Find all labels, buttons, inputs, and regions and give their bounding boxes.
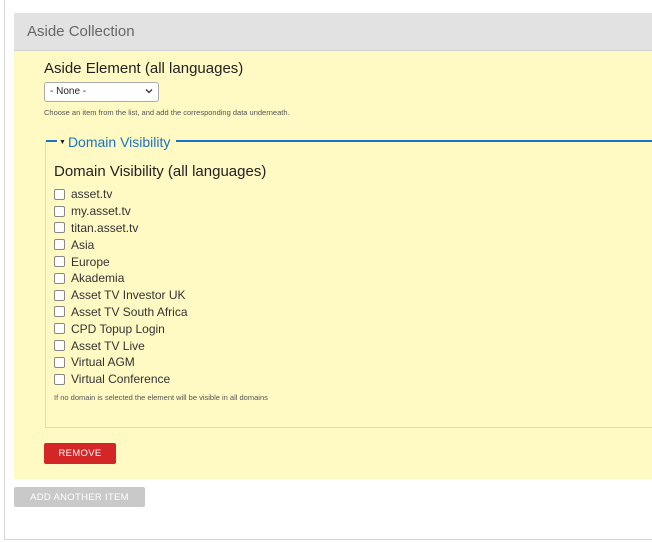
- domain-option-label[interactable]: Asset TV South Africa: [71, 305, 188, 319]
- domain-option-label[interactable]: Asset TV Live: [71, 339, 145, 353]
- domain-option-label[interactable]: asset.tv: [71, 187, 112, 201]
- aside-element-help: Choose an item from the list, and add th…: [44, 108, 290, 117]
- domain-option: Virtual AGM: [54, 354, 188, 371]
- domain-option: Europe: [54, 253, 188, 270]
- collection-item-panel: Aside Element (all languages) - None - C…: [14, 51, 652, 479]
- domain-option-label[interactable]: CPD Topup Login: [71, 322, 165, 336]
- domain-option: asset.tv: [54, 186, 188, 203]
- domain-option: Asset TV Investor UK: [54, 287, 188, 304]
- add-another-item-button[interactable]: ADD ANOTHER ITEM: [14, 487, 145, 507]
- domain-option: Asset TV South Africa: [54, 304, 188, 321]
- aside-element-select[interactable]: - None -: [44, 82, 159, 102]
- collection-title: Aside Collection: [27, 23, 135, 40]
- domain-checkbox[interactable]: [54, 356, 65, 368]
- domain-checkbox[interactable]: [54, 373, 65, 385]
- domain-checkbox[interactable]: [54, 222, 65, 234]
- domain-checkbox[interactable]: [54, 306, 65, 318]
- domain-checkbox[interactable]: [54, 289, 65, 301]
- domain-checkbox[interactable]: [54, 340, 65, 352]
- domain-checkbox[interactable]: [54, 205, 65, 217]
- domain-visibility-note: If no domain is selected the element wil…: [54, 393, 268, 402]
- caret-down-icon: ▼: [59, 139, 66, 147]
- domain-visibility-title: Domain Visibility (all languages): [54, 163, 267, 180]
- domain-option: Asset TV Live: [54, 337, 188, 354]
- aside-element-label: Aside Element (all languages): [44, 60, 244, 77]
- domain-option: titan.asset.tv: [54, 220, 188, 237]
- domain-checkbox[interactable]: [54, 239, 65, 251]
- domain-checkbox[interactable]: [54, 188, 65, 200]
- domain-visibility-toggle[interactable]: ▼ Domain Visibility: [57, 133, 177, 151]
- chevron-down-icon: [145, 89, 153, 94]
- domain-option-label[interactable]: Akademia: [71, 271, 124, 285]
- remove-button[interactable]: REMOVE: [44, 443, 116, 464]
- domain-option: CPD Topup Login: [54, 320, 188, 337]
- domain-option-label[interactable]: my.asset.tv: [71, 204, 131, 218]
- domain-checkbox[interactable]: [54, 256, 65, 268]
- domain-checkbox[interactable]: [54, 323, 65, 335]
- domain-option-label[interactable]: Virtual Conference: [71, 372, 170, 386]
- domain-option-label[interactable]: Asia: [71, 238, 94, 252]
- domain-option: Virtual Conference: [54, 371, 188, 388]
- domain-option-label[interactable]: Virtual AGM: [71, 355, 135, 369]
- domain-option-label[interactable]: Europe: [71, 255, 110, 269]
- collection-header: Aside Collection: [14, 13, 652, 51]
- domain-option: Akademia: [54, 270, 188, 287]
- aside-element-select-value: - None -: [50, 86, 87, 97]
- domain-checkbox[interactable]: [54, 272, 65, 284]
- domain-checkbox-list: asset.tv my.asset.tv titan.asset.tv Asia Eur…: [54, 186, 188, 388]
- domain-visibility-legend: Domain Visibility: [67, 134, 171, 150]
- domain-option-label[interactable]: Asset TV Investor UK: [71, 288, 186, 302]
- domain-option: Asia: [54, 236, 188, 253]
- domain-option: my.asset.tv: [54, 203, 188, 220]
- domain-option-label[interactable]: titan.asset.tv: [71, 221, 138, 235]
